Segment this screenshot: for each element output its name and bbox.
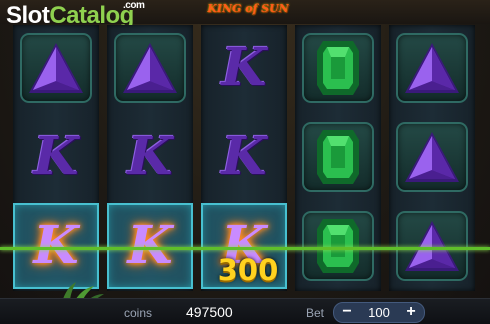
purple-triangle-icon xyxy=(396,211,468,281)
reel-cell xyxy=(389,114,475,200)
bet-value: 100 xyxy=(368,305,390,320)
reel-cell xyxy=(389,203,475,289)
k-symbol-icon: K xyxy=(33,215,79,276)
purple-triangle-icon xyxy=(114,33,186,103)
green-gem-icon xyxy=(302,122,374,192)
bet-decrease-button[interactable]: − xyxy=(338,303,356,322)
bet-label: Bet xyxy=(306,306,325,320)
purple-triangle-icon xyxy=(396,122,468,192)
reel-cell: K xyxy=(201,114,287,200)
coins-value: 497500 xyxy=(186,304,233,320)
reel-cell xyxy=(295,203,381,289)
reel-cell: K xyxy=(107,203,193,289)
k-symbol-icon: K xyxy=(221,126,267,187)
reel-cell xyxy=(389,25,475,111)
reel-cell xyxy=(13,25,99,111)
reel-cell xyxy=(107,25,193,111)
watermark-suffix: .com xyxy=(123,0,145,11)
slot-game-screen: SlotCatalog .com KING of SUN KKKKKKK 300… xyxy=(0,0,490,324)
bottom-bar: coins 497500 Bet − 100 + xyxy=(0,298,490,324)
reel-cell: K xyxy=(201,25,287,111)
green-gem-icon xyxy=(302,211,374,281)
reel-cell xyxy=(295,25,381,111)
k-symbol-icon: K xyxy=(127,215,173,276)
bet-stepper: − 100 + xyxy=(333,302,425,323)
coins-label: coins xyxy=(124,306,153,320)
k-symbol-icon: K xyxy=(127,126,173,187)
purple-triangle-icon xyxy=(20,33,92,103)
winning-payline xyxy=(0,247,490,250)
k-symbol-icon: K xyxy=(33,126,79,187)
reel-cell: K xyxy=(107,114,193,200)
reel-cell: K xyxy=(13,203,99,289)
win-amount: 300 xyxy=(217,253,279,287)
purple-triangle-icon xyxy=(396,33,468,103)
reel-cell xyxy=(295,114,381,200)
k-symbol-icon: K xyxy=(221,37,267,98)
reel-grid: KKKKKKK xyxy=(13,25,477,291)
green-gem-icon xyxy=(302,33,374,103)
reel-cell: K xyxy=(13,114,99,200)
bet-increase-button[interactable]: + xyxy=(402,303,420,322)
game-logo: KING of SUN xyxy=(207,2,289,15)
